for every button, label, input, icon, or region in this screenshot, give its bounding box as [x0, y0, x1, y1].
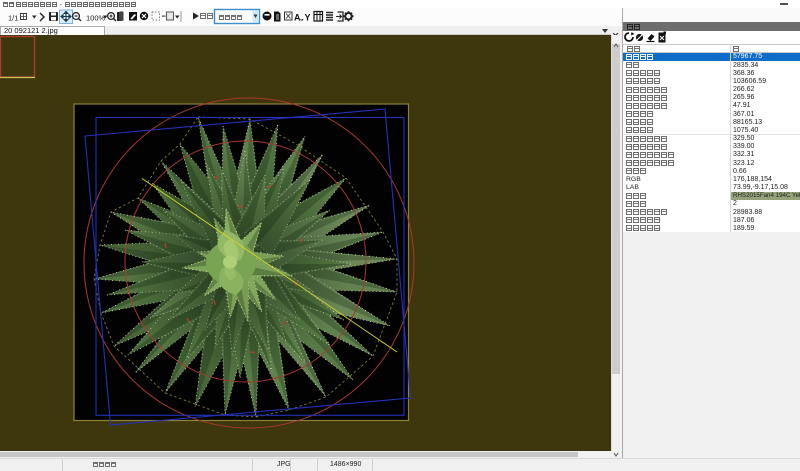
svg-text:Y: Y [305, 13, 311, 23]
svg-text:1/1: 1/1 [8, 14, 18, 23]
svg-text:A: A [294, 13, 301, 23]
svg-text:100%: 100% [86, 14, 106, 23]
